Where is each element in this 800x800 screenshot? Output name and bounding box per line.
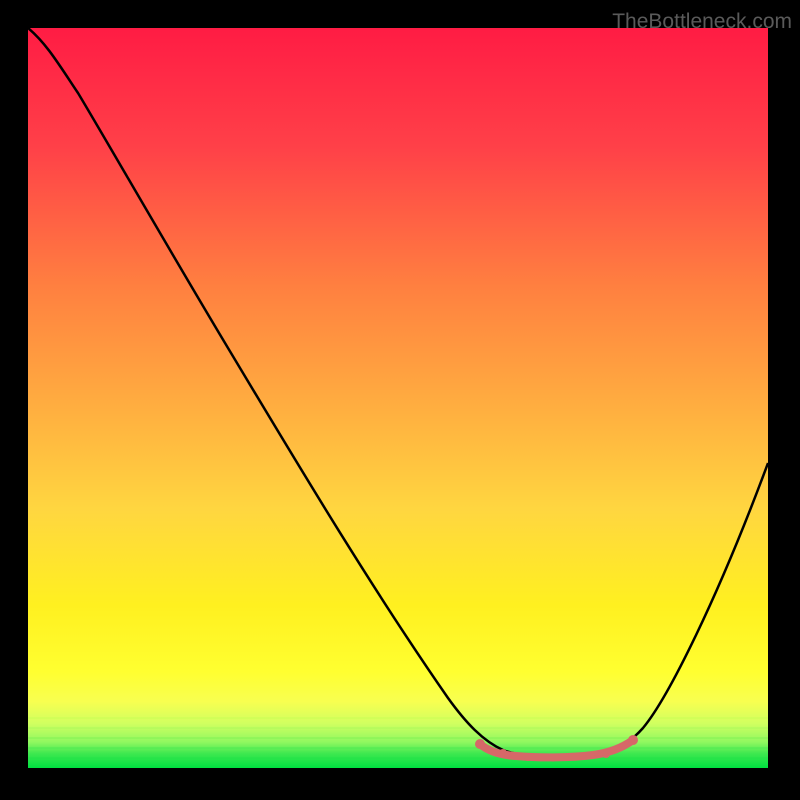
- watermark-text: TheBottleneck.com: [612, 10, 792, 34]
- chart-container: [28, 28, 768, 768]
- chart-background: [28, 28, 768, 768]
